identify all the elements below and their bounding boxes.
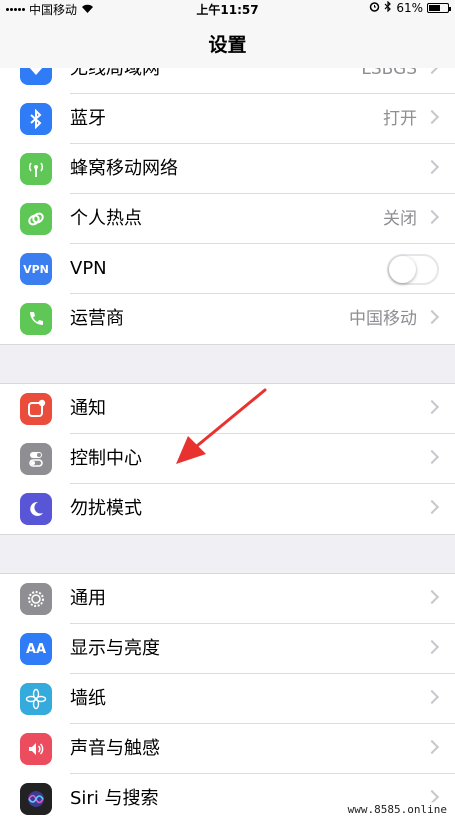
navigation-bar: 设置 <box>0 18 455 69</box>
settings-row-label: 声音与触感 <box>70 738 160 759</box>
vpn-icon: VPN <box>20 253 52 285</box>
settings-row-label: 蜂窝移动网络 <box>70 158 178 179</box>
chevron-right-icon <box>424 209 440 225</box>
settings-row-value: 中国移动 <box>349 309 417 329</box>
chevron-right-icon <box>424 399 440 415</box>
settings-row-hotspot[interactable]: 个人热点 关闭 <box>0 194 455 244</box>
settings-row-label: 通用 <box>70 588 106 609</box>
notification-icon <box>20 393 52 425</box>
chevron-right-icon <box>424 589 440 605</box>
section-gap <box>0 534 455 574</box>
settings-row-value: LSBGS <box>361 68 417 79</box>
page-title: 设置 <box>208 34 247 56</box>
settings-row-carrier[interactable]: 运营商 中国移动 <box>0 294 455 344</box>
settings-row-display[interactable]: AA 显示与亮度 <box>0 624 455 674</box>
status-right: 61% <box>369 0 451 15</box>
settings-row-label: 控制中心 <box>70 448 142 469</box>
phone-icon <box>20 303 52 335</box>
settings-group-general: 通用 AA 显示与亮度 墙纸 声音与触感 Siri 与搜索 <box>0 574 455 824</box>
wifi-icon <box>20 68 52 85</box>
chevron-right-icon <box>424 109 440 125</box>
settings-group-network: 无线局域网 LSBGS 蓝牙 打开 蜂窝移动网络 个人热点 关闭 VPN VPN… <box>0 68 455 344</box>
settings-row-value: 打开 <box>383 109 417 129</box>
switches-icon <box>20 443 52 475</box>
chevron-right-icon <box>424 499 440 515</box>
section-gap <box>0 344 455 384</box>
chevron-right-icon <box>424 159 440 175</box>
chevron-right-icon <box>424 739 440 755</box>
battery-percent: 61% <box>396 1 423 15</box>
settings-row-label: 通知 <box>70 398 106 419</box>
settings-row-label: 运营商 <box>70 308 124 329</box>
bluetooth-icon <box>20 103 52 135</box>
battery-icon <box>427 3 451 13</box>
settings-row-value: 关闭 <box>383 209 417 229</box>
settings-row-cellular[interactable]: 蜂窝移动网络 <box>0 144 455 194</box>
settings-row-label: 蓝牙 <box>70 108 106 129</box>
chevron-right-icon <box>424 449 440 465</box>
settings-row-vpn: VPN VPN <box>0 244 455 294</box>
settings-row-label: Siri 与搜索 <box>70 788 159 809</box>
chevron-right-icon <box>424 68 440 75</box>
gear-icon <box>20 583 52 615</box>
speaker-icon <box>20 733 52 765</box>
settings-row-label: VPN <box>70 258 107 279</box>
bluetooth-status-icon <box>384 0 392 15</box>
settings-row-label: 墙纸 <box>70 688 106 709</box>
chevron-right-icon <box>424 309 440 325</box>
moon-icon <box>20 493 52 525</box>
vpn-toggle[interactable] <box>387 254 439 285</box>
settings-row-label: 无线局域网 <box>70 68 160 79</box>
siri-icon <box>20 783 52 815</box>
link-icon <box>20 203 52 235</box>
flower-icon <box>20 683 52 715</box>
settings-row-wifi[interactable]: 无线局域网 LSBGS <box>0 68 455 94</box>
watermark: www.8585.online <box>345 802 449 817</box>
chevron-right-icon <box>424 639 440 655</box>
alarm-icon <box>369 1 380 15</box>
settings-row-label: 个人热点 <box>70 208 142 229</box>
wifi-row-partial[interactable]: 无线局域网 LSBGS <box>0 68 455 94</box>
settings-row-do-not-disturb[interactable]: 勿扰模式 <box>0 484 455 534</box>
chevron-right-icon <box>424 689 440 705</box>
settings-row-bluetooth[interactable]: 蓝牙 打开 <box>0 94 455 144</box>
settings-row-sounds[interactable]: 声音与触感 <box>0 724 455 774</box>
annotation-arrow-icon <box>176 388 267 464</box>
settings-row-general[interactable]: 通用 <box>0 574 455 624</box>
text-size-icon: AA <box>20 633 52 665</box>
settings-row-label: 显示与亮度 <box>70 638 160 659</box>
status-bar: 中国移动 上午11:57 61% <box>0 0 455 18</box>
settings-row-wallpaper[interactable]: 墙纸 <box>0 674 455 724</box>
settings-row-label: 勿扰模式 <box>70 498 142 519</box>
antenna-icon <box>20 153 52 185</box>
